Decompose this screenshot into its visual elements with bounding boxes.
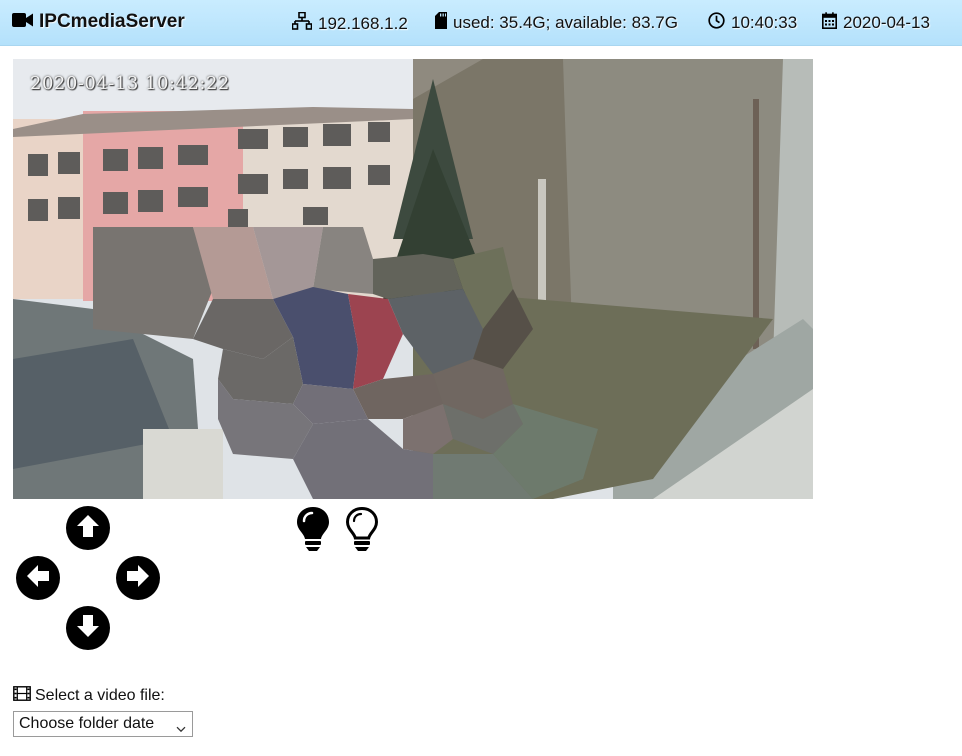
video-timestamp-overlay: 2020-04-13 10:42:22: [30, 73, 230, 94]
light-off-button[interactable]: [344, 505, 380, 553]
storage-info: used: 35.4G; available: 83.7G: [435, 12, 678, 34]
server-time-value: 10:40:33: [731, 13, 798, 32]
video-file-label: Select a video file:: [13, 686, 165, 706]
arrow-circle-up-icon: [75, 513, 101, 544]
lightbulb-filled-icon: [295, 507, 331, 557]
sd-card-icon: [435, 12, 447, 34]
arrow-circle-down-icon: [75, 613, 101, 644]
pan-right-button[interactable]: [116, 556, 160, 600]
video-file-label-text: Select a video file:: [35, 687, 165, 704]
ip-address-value: 192.168.1.2: [318, 13, 408, 33]
server-time: 10:40:33: [708, 12, 797, 34]
lightbulb-outline-icon: [344, 506, 380, 557]
calendar-icon: [822, 12, 837, 34]
folder-date-select-value: Choose folder date: [19, 715, 155, 732]
server-date: 2020-04-13: [822, 12, 930, 34]
pan-down-button[interactable]: [66, 606, 110, 650]
top-bar: IPCmediaServer 192.168.1.2 used: 35.4G; …: [0, 0, 962, 46]
chevron-down-icon: [176, 720, 186, 738]
brand: IPCmediaServer: [12, 11, 185, 33]
camera-video-frame[interactable]: 2020-04-13 10:42:22: [13, 59, 813, 499]
pan-left-button[interactable]: [16, 556, 60, 600]
app-title: IPCmediaServer: [39, 11, 185, 32]
camera-scene: [13, 59, 813, 499]
video-camera-icon: [12, 12, 34, 33]
film-icon: [13, 686, 31, 706]
arrow-circle-right-icon: [125, 563, 151, 594]
network-icon: [291, 11, 313, 35]
pan-up-button[interactable]: [66, 506, 110, 550]
clock-icon: [708, 12, 725, 34]
folder-date-select[interactable]: Choose folder date: [13, 711, 193, 737]
storage-info-value: used: 35.4G; available: 83.7G: [453, 13, 678, 32]
server-date-value: 2020-04-13: [843, 13, 930, 32]
light-on-button[interactable]: [295, 505, 331, 553]
ip-address: 192.168.1.2: [291, 11, 408, 35]
arrow-circle-left-icon: [25, 563, 51, 594]
